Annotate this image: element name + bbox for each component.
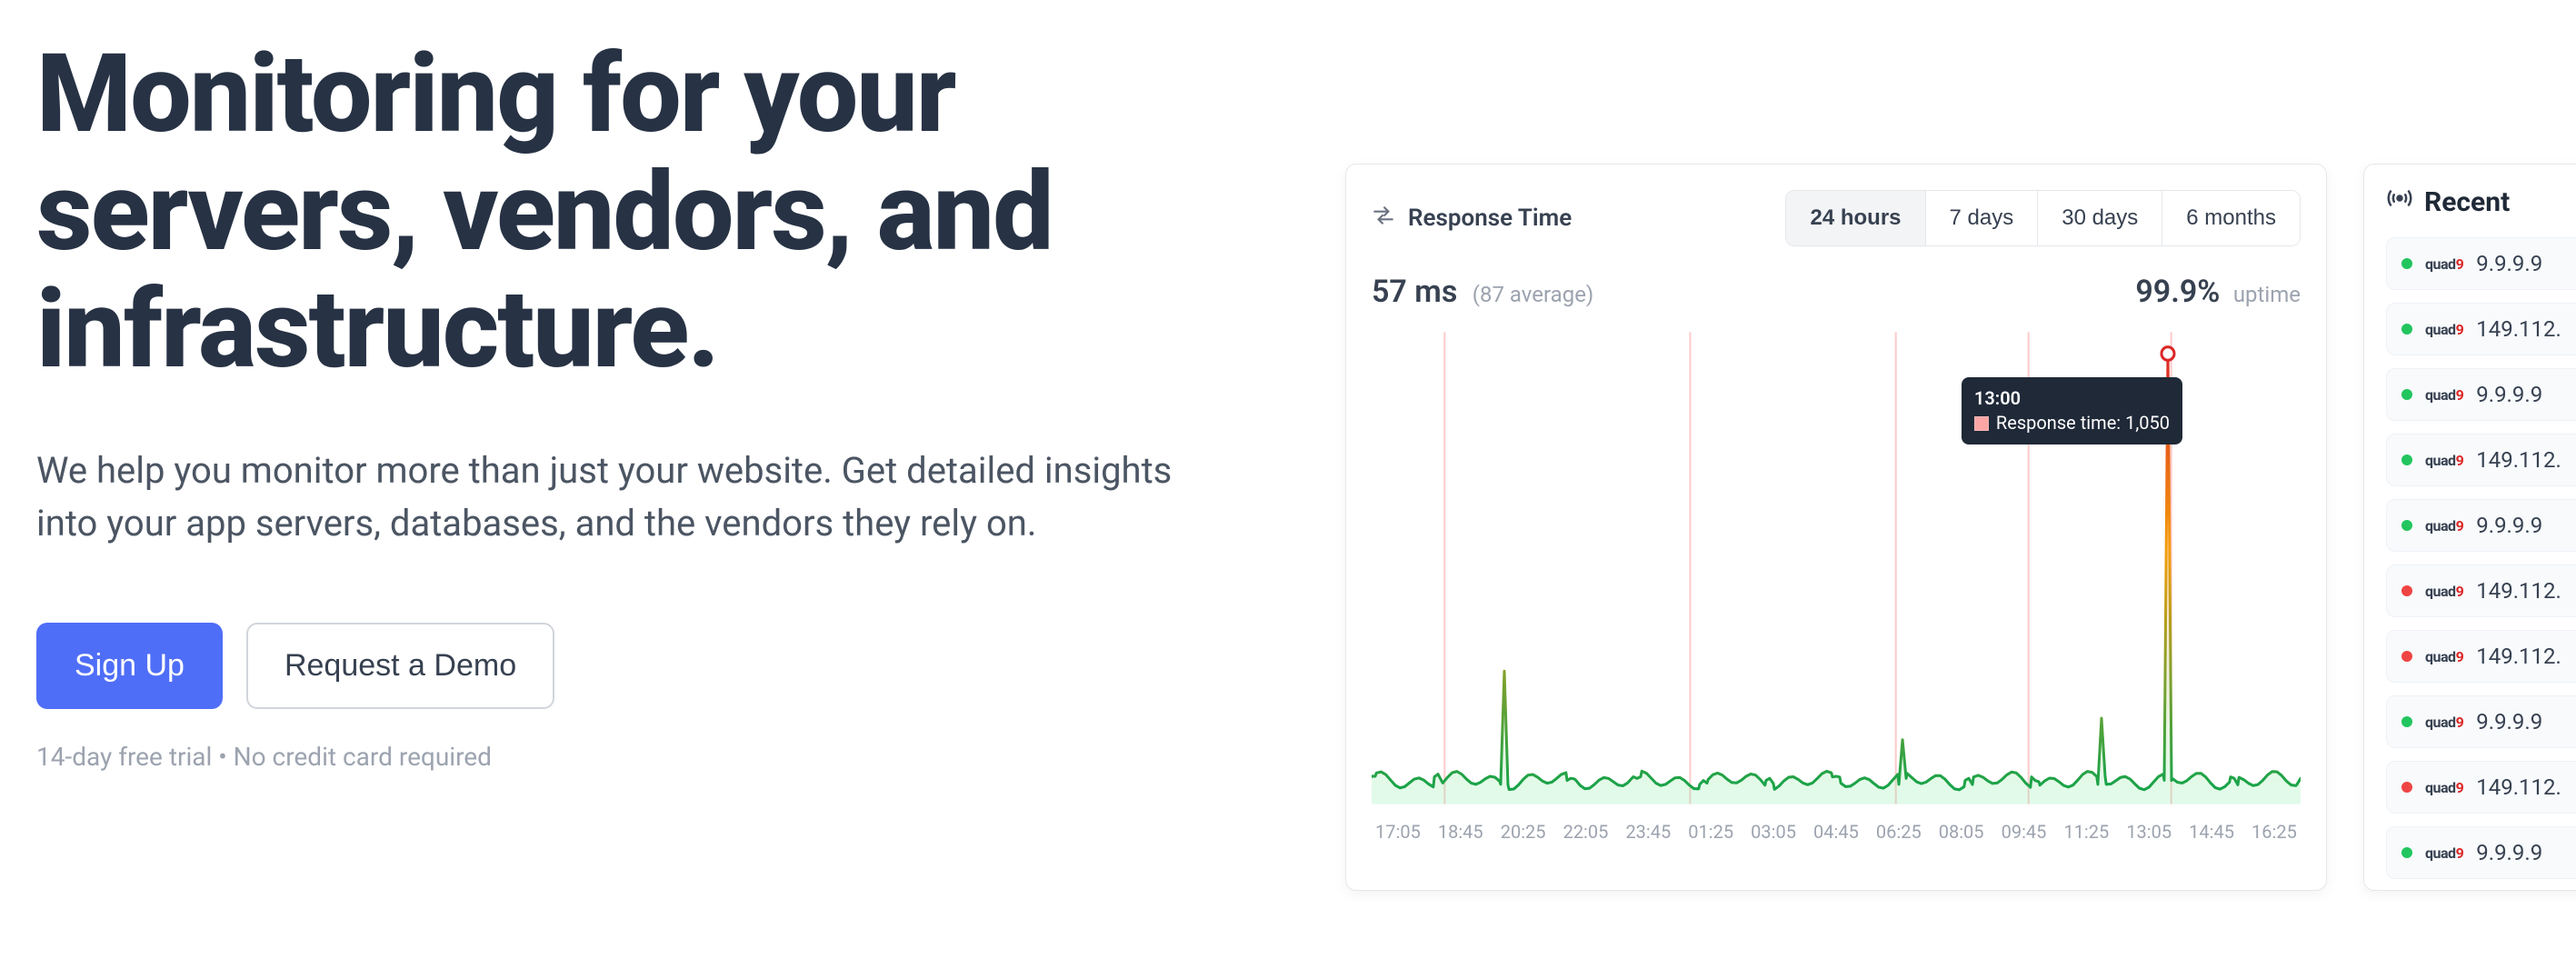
uptime-percent: 99.9%	[2135, 274, 2220, 310]
x-tick: 14:45	[2189, 821, 2234, 843]
x-tick: 06:25	[1876, 821, 1922, 843]
recent-item[interactable]: quad9 149.112.	[2386, 761, 2576, 814]
tooltip-value: Response time: 1,050	[1996, 412, 2170, 434]
recent-item[interactable]: quad9 149.112.	[2386, 303, 2576, 355]
status-dot	[2401, 716, 2412, 727]
range-7-days[interactable]: 7 days	[1925, 191, 2038, 245]
recent-host: 9.9.9.9	[2476, 840, 2542, 865]
recent-host: 149.112.	[2476, 316, 2561, 342]
recent-host: 149.112.	[2476, 447, 2561, 473]
tooltip-time: 13:00	[1974, 386, 2170, 411]
quad9-logo: quad9	[2425, 452, 2463, 469]
recent-host: 9.9.9.9	[2476, 382, 2542, 407]
quad9-logo: quad9	[2425, 844, 2463, 862]
status-dot	[2401, 847, 2412, 858]
average-response-label: (87 average)	[1473, 282, 1594, 307]
response-time-title: Response Time	[1408, 205, 1572, 232]
range-24-hours[interactable]: 24 hours	[1786, 191, 1924, 245]
x-tick: 09:45	[2002, 821, 2047, 843]
x-tick: 17:05	[1375, 821, 1421, 843]
uptime-label: uptime	[2233, 282, 2301, 307]
quad9-logo: quad9	[2425, 779, 2463, 796]
quad9-logo: quad9	[2425, 648, 2463, 665]
quad9-logo: quad9	[2425, 386, 2463, 404]
x-tick: 03:05	[1751, 821, 1796, 843]
range-6-months[interactable]: 6 months	[2162, 191, 2300, 245]
quad9-logo: quad9	[2425, 517, 2463, 534]
x-tick: 16:25	[2252, 821, 2297, 843]
chart-x-axis: 17:05 18:45 20:25 22:05 23:45 01:25 03:05 04:45…	[1372, 814, 2301, 843]
status-dot	[2401, 782, 2412, 793]
x-tick: 11:25	[2063, 821, 2109, 843]
status-dot	[2401, 585, 2412, 596]
hero-headline: Monitoring for your servers, vendors, an…	[36, 36, 1291, 390]
x-tick: 23:45	[1625, 821, 1671, 843]
recent-host: 9.9.9.9	[2476, 251, 2542, 276]
recent-host: 9.9.9.9	[2476, 513, 2542, 538]
recent-title: Recent	[2424, 186, 2510, 218]
hero-subtext: We help you monitor more than just your …	[36, 445, 1182, 550]
trial-fineprint: 14-day free trial • No credit card requi…	[36, 742, 1291, 772]
swap-icon	[1372, 204, 1395, 234]
status-dot	[2401, 258, 2412, 269]
quad9-logo: quad9	[2425, 714, 2463, 731]
status-dot	[2401, 324, 2412, 335]
x-tick: 22:05	[1563, 821, 1609, 843]
response-time-card: Response Time 24 hours7 days30 days6 mon…	[1345, 164, 2327, 891]
quad9-logo: quad9	[2425, 255, 2463, 273]
response-time-chart: 13:00 Response time: 1,050	[1372, 323, 2301, 814]
quad9-logo: quad9	[2425, 583, 2463, 600]
x-tick: 18:45	[1438, 821, 1483, 843]
current-response-ms: 57 ms	[1372, 274, 1457, 310]
x-tick: 13:05	[2126, 821, 2172, 843]
broadcast-icon	[2386, 185, 2413, 219]
status-dot	[2401, 651, 2412, 662]
recent-item[interactable]: quad9 9.9.9.9	[2386, 695, 2576, 748]
recent-host: 9.9.9.9	[2476, 709, 2542, 734]
recent-item[interactable]: quad9 9.9.9.9	[2386, 499, 2576, 552]
quad9-logo: quad9	[2425, 321, 2463, 338]
recent-item[interactable]: quad9 149.112.	[2386, 434, 2576, 486]
request-demo-button[interactable]: Request a Demo	[246, 623, 554, 709]
x-tick: 20:25	[1501, 821, 1546, 843]
x-tick: 04:45	[1813, 821, 1859, 843]
x-tick: 01:25	[1688, 821, 1733, 843]
x-tick: 08:05	[1939, 821, 1984, 843]
signup-button[interactable]: Sign Up	[36, 623, 223, 709]
recent-checks-card: Recent quad9 9.9.9.9 quad9 149.112. quad9 9.9…	[2363, 164, 2576, 891]
range-30-days[interactable]: 30 days	[2037, 191, 2162, 245]
chart-tooltip: 13:00 Response time: 1,050	[1962, 377, 2182, 445]
recent-item[interactable]: quad9 9.9.9.9	[2386, 237, 2576, 290]
tooltip-swatch-icon	[1974, 416, 1989, 431]
status-dot	[2401, 389, 2412, 400]
recent-item[interactable]: quad9 9.9.9.9	[2386, 368, 2576, 421]
recent-host: 149.112.	[2476, 578, 2561, 604]
status-dot	[2401, 520, 2412, 531]
recent-item[interactable]: quad9 149.112.	[2386, 630, 2576, 683]
status-dot	[2401, 455, 2412, 465]
recent-host: 149.112.	[2476, 774, 2561, 800]
recent-item[interactable]: quad9 9.9.9.9	[2386, 826, 2576, 879]
recent-item[interactable]: quad9 149.112.	[2386, 564, 2576, 617]
recent-host: 149.112.	[2476, 644, 2561, 669]
time-range-selector: 24 hours7 days30 days6 months	[1785, 190, 2301, 246]
